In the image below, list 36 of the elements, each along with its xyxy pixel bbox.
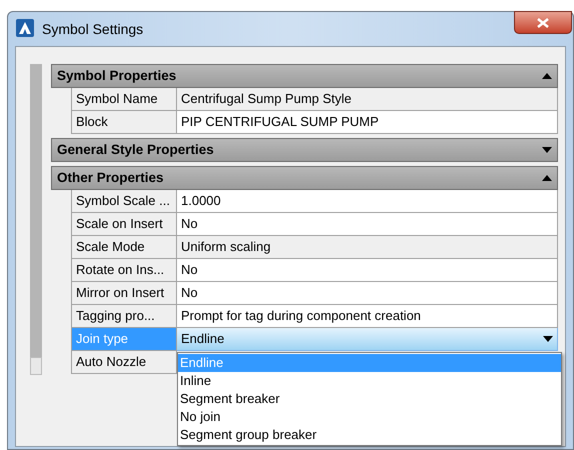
scrollbar[interactable]: [30, 64, 42, 375]
property-label: Symbol Scale ...: [72, 190, 177, 213]
property-value[interactable]: PIP CENTRIFUGAL SUMP PUMP: [177, 111, 558, 134]
caret-icon: [543, 336, 553, 342]
property-value[interactable]: No: [177, 213, 558, 236]
property-label: Join type: [72, 328, 177, 351]
collapse-icon: [542, 73, 552, 79]
section-header[interactable]: General Style Properties: [51, 138, 558, 162]
close-icon: [537, 18, 549, 28]
property-label: Tagging pro...: [72, 305, 177, 328]
scroll-thumb[interactable]: [30, 357, 42, 375]
property-value[interactable]: 1.0000: [177, 190, 558, 213]
window-title: Symbol Settings: [42, 20, 144, 39]
close-button[interactable]: [514, 11, 572, 34]
expand-icon: [542, 147, 552, 153]
property-value[interactable]: No: [177, 282, 558, 305]
section-header[interactable]: Other Properties: [51, 166, 558, 190]
dropdown-option[interactable]: Segment group breaker: [178, 426, 561, 444]
property-label: Auto Nozzle: [72, 351, 177, 374]
property-label: Symbol Name: [72, 88, 177, 111]
collapse-icon: [542, 175, 552, 181]
property-value[interactable]: Uniform scaling: [177, 236, 558, 259]
property-label: Scale on Insert: [72, 213, 177, 236]
app-logo-icon: [16, 19, 34, 37]
dropdown-option[interactable]: Inline: [178, 372, 561, 390]
property-value[interactable]: No: [177, 259, 558, 282]
property-label: Scale Mode: [72, 236, 177, 259]
dropdown-field[interactable]: Endline: [177, 328, 558, 351]
property-label: Mirror on Insert: [72, 282, 177, 305]
dropdown-option[interactable]: Segment breaker: [178, 390, 561, 408]
property-label: Block: [72, 111, 177, 134]
property-value[interactable]: Prompt for tag during component creation: [177, 305, 558, 328]
section-header[interactable]: Symbol Properties: [51, 64, 558, 88]
property-label: Rotate on Ins...: [72, 259, 177, 282]
dropdown-option[interactable]: No join: [178, 408, 561, 426]
property-value[interactable]: Centrifugal Sump Pump Style: [177, 88, 558, 111]
